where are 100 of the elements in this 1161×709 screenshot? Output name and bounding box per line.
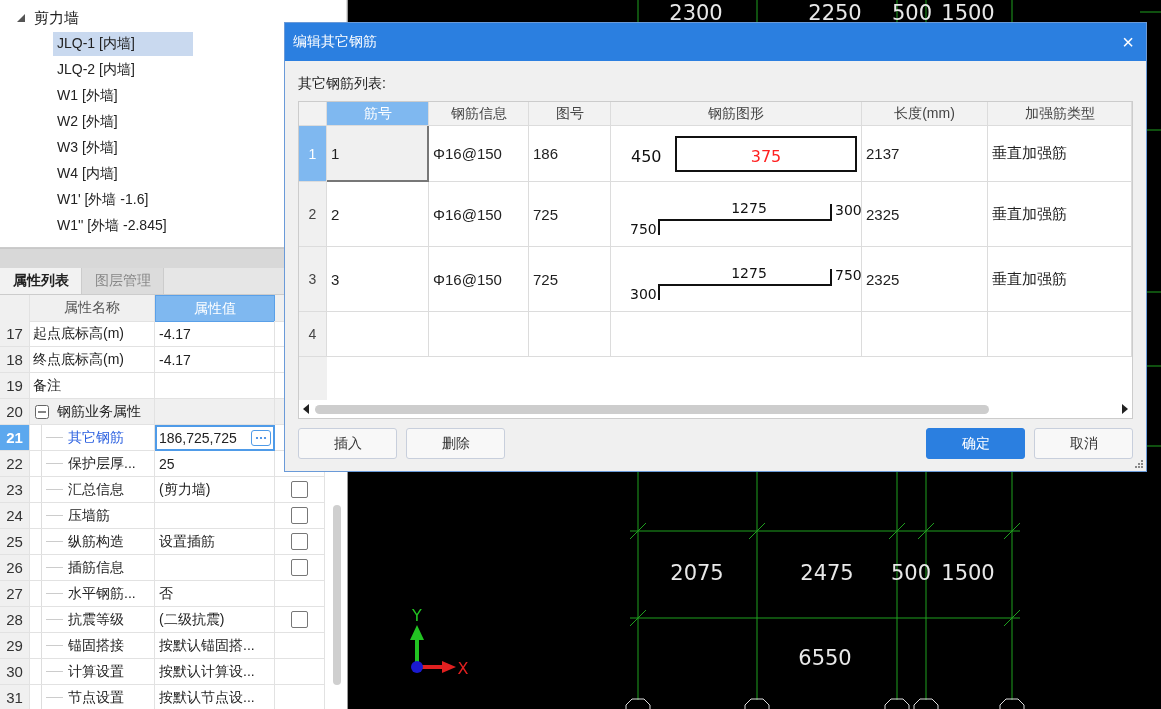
row-number: 30 (0, 659, 30, 685)
close-button[interactable]: × (1118, 32, 1138, 52)
property-value: -4.17 (155, 321, 275, 347)
checkbox[interactable] (291, 507, 308, 524)
scroll-left-icon[interactable] (303, 404, 309, 414)
row-number: 22 (0, 451, 30, 477)
tree-item[interactable]: W4 [内墙] (53, 162, 193, 186)
row-number: 20 (0, 399, 30, 425)
resize-grip-icon[interactable] (1134, 459, 1144, 469)
origin-dot (411, 661, 423, 673)
table-cell[interactable]: 1 (327, 126, 429, 182)
checkbox[interactable] (291, 559, 308, 576)
table-cell[interactable]: 2325 (862, 247, 988, 312)
property-value: 按默认计算设... (155, 659, 275, 685)
property-name: 节点设置 (68, 688, 124, 707)
table-cell[interactable] (327, 312, 429, 357)
property-value: 按默认节点设... (155, 685, 275, 709)
table-cell[interactable]: 2 (327, 182, 429, 247)
tab[interactable]: 属性列表 (0, 268, 82, 294)
table-cell[interactable]: 2137 (862, 126, 988, 182)
property-name: 插筋信息 (68, 558, 124, 577)
checkbox[interactable] (291, 533, 308, 550)
dialog-button[interactable]: 确定 (926, 428, 1025, 459)
tree-item[interactable]: 剪力墙 (34, 8, 79, 28)
scroll-right-icon[interactable] (1122, 404, 1128, 414)
value-field[interactable]: 186,725,725 (155, 425, 275, 451)
axis-bubble (913, 698, 939, 709)
dimension-text: 500 (891, 1, 933, 25)
scrollbar[interactable] (333, 505, 341, 685)
table-cell[interactable] (611, 312, 862, 357)
table-cell[interactable]: 3 (327, 247, 429, 312)
row-header[interactable]: 3 (299, 247, 327, 312)
scrollbar-thumb[interactable] (315, 404, 989, 414)
axis-bubble (625, 698, 651, 709)
dimension-text: 500 (890, 561, 932, 585)
property-value: 否 (155, 581, 275, 607)
dimension-label: 1275 (731, 200, 767, 216)
table-cell[interactable]: 垂直加强筋 (988, 126, 1132, 182)
more-button[interactable] (251, 430, 271, 446)
tree-item[interactable]: W1' [外墙 -1.6] (53, 188, 193, 212)
table-cell[interactable]: 725 (529, 182, 611, 247)
table-cell[interactable]: 垂直加强筋 (988, 247, 1132, 312)
column-header[interactable]: 钢筋图形 (611, 102, 862, 126)
table-cell[interactable] (862, 312, 988, 357)
column-header[interactable]: 加强筋类型 (988, 102, 1132, 126)
row-number: 31 (0, 685, 30, 709)
checkbox[interactable] (291, 481, 308, 498)
grid-line (1139, 11, 1161, 13)
column-header[interactable]: 图号 (529, 102, 611, 126)
dialog-button[interactable]: 插入 (298, 428, 397, 459)
property-name: 保护层厚... (68, 454, 136, 473)
dimension-text: 2300 (669, 1, 723, 25)
property-value: (剪力墙) (155, 477, 275, 503)
dialog-button[interactable]: 删除 (406, 428, 505, 459)
axis-bubble (884, 698, 910, 709)
dimension-text: 2075 (670, 561, 724, 585)
table-cell[interactable] (429, 312, 529, 357)
checkbox[interactable] (291, 611, 308, 628)
dimension-label: 300 (630, 286, 657, 302)
table-cell[interactable]: 725 (529, 247, 611, 312)
row-number: 24 (0, 503, 30, 529)
tree-item[interactable]: W1 [外墙] (53, 84, 193, 108)
tree-item[interactable]: W2 [外墙] (53, 110, 193, 134)
tree-item[interactable]: JLQ-1 [内墙] (53, 32, 193, 56)
axis-bubble (999, 698, 1025, 709)
column-header[interactable]: 属性名称 (30, 295, 155, 322)
property-name: 水平钢筋... (68, 584, 136, 603)
table-cell[interactable]: Φ16@150 (429, 182, 529, 247)
column-header[interactable]: 长度(mm) (862, 102, 988, 126)
table-cell[interactable]: 2325 (862, 182, 988, 247)
table-cell[interactable]: 186 (529, 126, 611, 182)
property-name: 汇总信息 (68, 480, 124, 499)
tree-item[interactable]: W1'' [外墙 -2.845] (53, 214, 193, 238)
column-header[interactable]: 钢筋信息 (429, 102, 529, 126)
y-axis-arrow (410, 625, 424, 664)
property-value: (二级抗震) (155, 607, 275, 633)
row-number: 27 (0, 581, 30, 607)
table-cell[interactable] (988, 312, 1132, 357)
collapse-icon[interactable] (35, 404, 49, 419)
table-cell[interactable]: Φ16@150 (429, 247, 529, 312)
row-number: 23 (0, 477, 30, 503)
dialog-button[interactable]: 取消 (1034, 428, 1133, 459)
row-number: 19 (0, 373, 30, 399)
row-header[interactable]: 4 (299, 312, 327, 357)
property-name: 终点底标高(m) (30, 347, 155, 373)
row-header[interactable]: 2 (299, 182, 327, 247)
property-name: 钢筋业务属性 (57, 402, 141, 421)
table-cell[interactable] (529, 312, 611, 357)
tree-item[interactable]: W3 [外墙] (53, 136, 193, 160)
table-cell[interactable]: Φ16@150 (429, 126, 529, 182)
table-cell[interactable]: 垂直加强筋 (988, 182, 1132, 247)
collapse-triangle-icon[interactable] (16, 13, 26, 23)
dimension-label: 300 (835, 202, 861, 218)
more-icon (254, 435, 268, 441)
dimension-text: 2475 (800, 561, 854, 585)
tree-item[interactable]: JLQ-2 [内墙] (53, 58, 193, 82)
property-name: 计算设置 (68, 662, 124, 681)
axis-label: X (457, 659, 469, 678)
list-label: 其它钢筋列表: (298, 75, 387, 93)
dimension-text: 2250 (808, 1, 862, 25)
